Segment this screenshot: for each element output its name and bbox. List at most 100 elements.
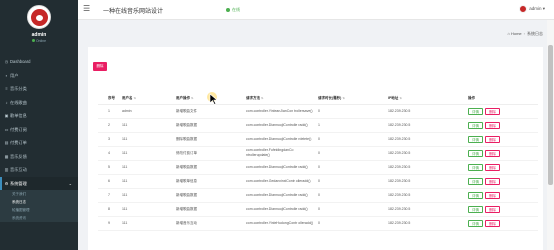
submenu-item-label: 关于我们 [12, 192, 26, 196]
submenu-item-label: 系统日志 [12, 200, 26, 204]
submenu-item-news[interactable]: 系统资讯 [0, 214, 78, 222]
cell-user: 111 [120, 174, 174, 189]
sidebar-item-playlist[interactable]: ▣ 歌单信息 [0, 109, 78, 123]
column-header-duration[interactable]: 请求时长(毫秒)⇅ [316, 93, 386, 105]
delete-button[interactable]: 删除 [485, 149, 500, 157]
column-header-label: 请求方法 [246, 95, 260, 100]
user-profile: admin Online [0, 0, 78, 55]
cell-ip: 182.239.230.5 [386, 160, 466, 175]
detail-button[interactable]: 详情 [468, 191, 483, 199]
cell-operation: 新增歌曲数据 [174, 118, 244, 133]
cell-index: 3 [106, 132, 120, 147]
delete-button[interactable]: 删除 [485, 191, 500, 199]
column-header-label: 用户名 [122, 95, 133, 100]
cell-method: com.controller.DiannuojiControlle radd() [244, 160, 316, 175]
delete-button[interactable]: 删除 [485, 219, 500, 227]
row-checkbox[interactable] [98, 132, 106, 147]
detail-button[interactable]: 详情 [468, 177, 483, 185]
sidebar-item-system[interactable]: ⚙ 系统管理 ⌄ [0, 176, 78, 190]
cell-method: com.controller.YinleanJianCon trollersav… [244, 104, 316, 119]
breadcrumb: ⌂ Home › 系统日志 [507, 31, 543, 37]
list-icon: ≡ [5, 86, 8, 91]
cell-index: 9 [106, 216, 120, 231]
column-header-label: 请求时长(毫秒) [318, 95, 342, 100]
content-panel: 删除 序号 用户名⇅ 用户操作⇅ 请求方法⇅ 请求时长(毫秒)⇅ IP地址⇅ 操… [88, 47, 543, 250]
sort-icon[interactable]: ⇅ [261, 96, 264, 100]
sidebar-item-music-category[interactable]: ≡ 音乐分类 [0, 82, 78, 96]
sidebar-item-label: 用户 [10, 72, 19, 78]
avatar[interactable] [27, 5, 51, 29]
detail-button[interactable]: 详情 [468, 135, 483, 143]
sidebar-item-dashboard[interactable]: ◷ Dashboard [0, 55, 78, 69]
delete-button[interactable]: 删除 [485, 121, 500, 129]
table-row: 3 111 删除歌曲数据 com.controller.DiannuojiContro… [98, 132, 538, 147]
submenu-item-carousel[interactable]: 轮播图管理 [0, 206, 78, 214]
sidebar-item-orders[interactable]: ▤ 付费订单 [0, 136, 78, 150]
cell-actions: 详情 删除 [466, 104, 538, 119]
row-checkbox[interactable] [98, 146, 106, 161]
row-checkbox[interactable] [98, 118, 106, 133]
sort-icon[interactable]: ⇅ [191, 96, 194, 100]
sidebar-item-label: 音乐互动 [10, 167, 27, 172]
row-checkbox[interactable] [98, 202, 106, 217]
delete-button[interactable]: 删除 [485, 163, 500, 171]
detail-button[interactable]: 详情 [468, 219, 483, 227]
cell-actions: 详情 删除 [466, 174, 538, 189]
sidebar-item-interaction[interactable]: ▥ 音乐互动 [0, 163, 78, 177]
sort-icon[interactable]: ⇅ [134, 96, 137, 100]
delete-button[interactable]: 删除 [485, 177, 500, 185]
select-all-header [98, 93, 106, 105]
delete-button[interactable]: 删除 [485, 135, 500, 143]
cell-operation: 新增歌曲数据 [174, 188, 244, 203]
sort-icon[interactable]: ⇅ [342, 96, 345, 100]
cell-actions: 详情 删除 [466, 216, 538, 231]
detail-button[interactable]: 详情 [468, 205, 483, 213]
scrollbar-thumb[interactable] [548, 45, 553, 185]
detail-button[interactable]: 详情 [468, 107, 483, 115]
chat-icon: ▥ [4, 167, 9, 172]
music-icon: ♪ [5, 99, 8, 105]
status-dot-icon [226, 8, 230, 12]
submenu-item-logs[interactable]: 系统日志 [0, 198, 78, 206]
column-header-ip[interactable]: IP地址⇅ [386, 93, 466, 105]
column-header-method[interactable]: 请求方法⇅ [244, 93, 316, 105]
row-checkbox[interactable] [98, 216, 106, 231]
card-icon: ▭ [4, 126, 9, 132]
connection-status: 在线 [226, 7, 240, 13]
cell-ip: 182.239.230.5 [386, 118, 466, 133]
row-checkbox[interactable] [98, 174, 106, 189]
column-header-actions: 操作 [466, 93, 538, 105]
sidebar-item-feedback[interactable]: ▦ 音乐反馈 [0, 150, 78, 164]
detail-button[interactable]: 详情 [468, 149, 483, 157]
delete-button[interactable]: 删除 [485, 205, 500, 213]
cell-duration: 0 [316, 146, 386, 161]
submenu-item-label: 轮播图管理 [12, 208, 30, 212]
menu-toggle-icon[interactable]: ☰ [83, 5, 90, 13]
row-checkbox[interactable] [98, 160, 106, 175]
cell-ip: 182.239.230.5 [386, 216, 466, 231]
submenu-item-about[interactable]: 关于我们 [0, 190, 78, 198]
user-menu[interactable]: admin ▾ [519, 4, 545, 14]
sort-icon[interactable]: ⇅ [399, 96, 402, 100]
users-icon: ▪ [5, 72, 8, 78]
cell-method: com.controller.DiannuojiControlle radd() [244, 202, 316, 217]
column-header-user[interactable]: 用户名⇅ [120, 93, 174, 105]
sidebar-item-users[interactable]: ▪ 用户 [0, 69, 78, 83]
page-scrollbar[interactable] [547, 20, 554, 250]
sidebar-item-label: 在线歌曲 [10, 99, 27, 105]
delete-button[interactable]: 删除 [485, 107, 500, 115]
online-dot-icon [31, 39, 35, 42]
cell-user: 111 [120, 202, 174, 217]
sidebar-item-subscription[interactable]: ▭ 付费订阅 [0, 123, 78, 137]
sidebar-item-label: 系统管理 [10, 180, 27, 186]
batch-delete-button[interactable]: 删除 [93, 62, 107, 71]
sidebar-item-label: Dashboard [10, 59, 31, 64]
cell-user: 111 [120, 216, 174, 231]
detail-button[interactable]: 详情 [468, 121, 483, 129]
row-checkbox[interactable] [98, 104, 106, 119]
detail-button[interactable]: 详情 [468, 163, 483, 171]
breadcrumb-home[interactable]: Home [511, 31, 522, 36]
system-submenu: 关于我们 系统日志 轮播图管理 系统资讯 [0, 190, 78, 222]
row-checkbox[interactable] [98, 188, 106, 203]
sidebar-item-online-songs[interactable]: ♪ 在线歌曲 [0, 96, 78, 110]
